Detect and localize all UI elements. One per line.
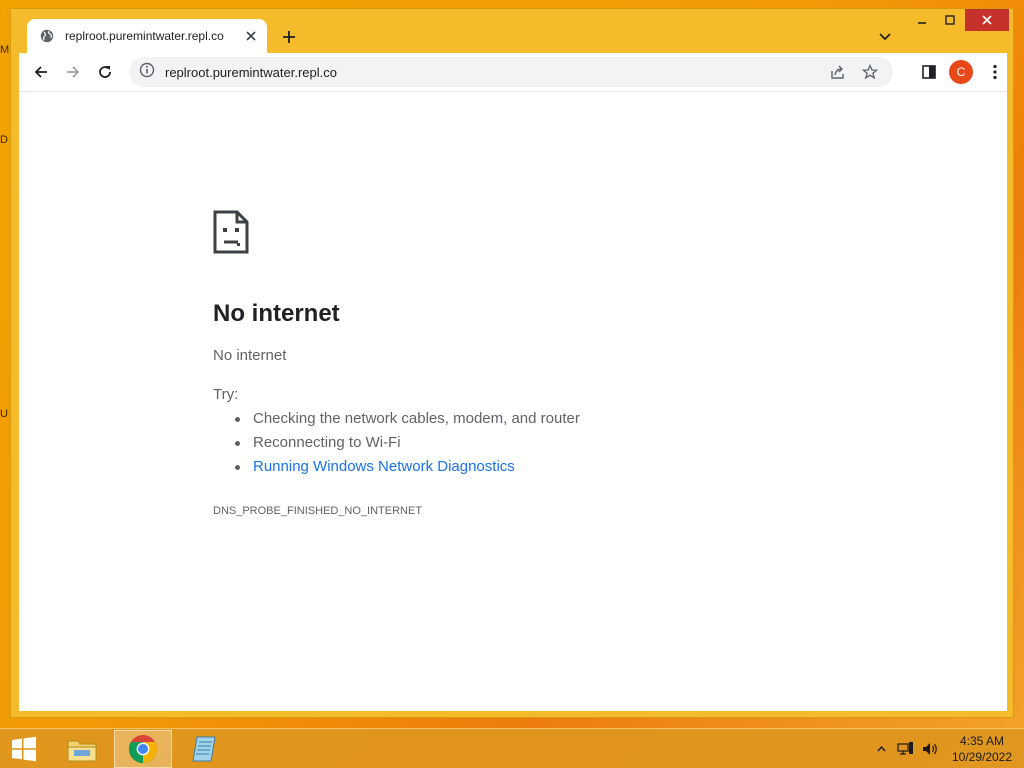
browser-window: replroot.puremintwater.repl.co replroot.… bbox=[10, 8, 1014, 718]
network-tray-icon[interactable] bbox=[896, 735, 916, 763]
chrome-icon bbox=[129, 735, 157, 764]
folder-icon bbox=[67, 740, 97, 762]
arrow-right-icon bbox=[67, 66, 80, 78]
error-title: No internet bbox=[213, 300, 340, 327]
profile-avatar[interactable]: C bbox=[949, 60, 973, 84]
close-icon bbox=[982, 15, 992, 25]
tab-title: replroot.puremintwater.repl.co bbox=[65, 29, 224, 43]
info-icon[interactable] bbox=[139, 62, 155, 83]
close-icon[interactable] bbox=[243, 28, 259, 44]
notepad-taskbar-button[interactable] bbox=[180, 730, 228, 768]
try-label: Try: bbox=[213, 386, 239, 403]
maximize-icon bbox=[945, 15, 955, 25]
menu-button[interactable] bbox=[981, 58, 1009, 86]
reload-icon bbox=[99, 66, 111, 78]
system-clock[interactable]: 4:35 AM 10/29/2022 bbox=[944, 733, 1020, 765]
taskbar: 4:35 AM 10/29/2022 bbox=[0, 728, 1024, 768]
star-icon[interactable] bbox=[861, 63, 879, 81]
browser-toolbar: replroot.puremintwater.repl.co C bbox=[19, 53, 1007, 91]
more-vertical-icon bbox=[993, 64, 997, 80]
sad-page-icon bbox=[213, 210, 249, 259]
list-item: Reconnecting to Wi-Fi bbox=[213, 434, 580, 458]
side-panel-button[interactable] bbox=[915, 58, 943, 86]
url-text: replroot.puremintwater.repl.co bbox=[165, 64, 337, 80]
clock-date: 10/29/2022 bbox=[951, 750, 1013, 764]
tab-active[interactable]: replroot.puremintwater.repl.co bbox=[27, 19, 267, 53]
forward-button[interactable] bbox=[59, 58, 87, 86]
desktop-icon-label: U bbox=[0, 408, 8, 420]
new-tab-button[interactable] bbox=[277, 25, 301, 49]
suggestion-list: Checking the network cables, modem, and … bbox=[213, 410, 580, 482]
chrome-taskbar-button[interactable] bbox=[114, 730, 172, 768]
list-item: Checking the network cables, modem, and … bbox=[213, 410, 580, 434]
volume-tray-icon[interactable] bbox=[920, 735, 940, 763]
error-subtitle: No internet bbox=[213, 347, 287, 364]
chevron-up-icon bbox=[876, 746, 886, 752]
globe-icon bbox=[39, 28, 55, 44]
show-hidden-icons-button[interactable] bbox=[874, 735, 888, 763]
close-window-button[interactable] bbox=[965, 9, 1009, 31]
back-button[interactable] bbox=[27, 58, 55, 86]
chevron-down-icon bbox=[879, 33, 891, 41]
notepad-icon bbox=[192, 736, 216, 762]
minimize-icon bbox=[918, 22, 926, 24]
windows-logo-icon bbox=[12, 736, 36, 762]
reload-button[interactable] bbox=[91, 58, 119, 86]
tab-search-button[interactable] bbox=[873, 25, 897, 49]
address-bar[interactable]: replroot.puremintwater.repl.co bbox=[129, 57, 893, 87]
clock-time: 4:35 AM bbox=[959, 734, 1005, 748]
network-icon bbox=[897, 742, 913, 755]
share-icon[interactable] bbox=[829, 63, 847, 81]
start-button[interactable] bbox=[0, 730, 48, 768]
error-code: DNS_PROBE_FINISHED_NO_INTERNET bbox=[213, 505, 423, 517]
desktop-icon-label: M bbox=[0, 44, 10, 56]
plus-icon bbox=[283, 31, 295, 43]
network-diagnostics-link[interactable]: Running Windows Network Diagnostics bbox=[213, 458, 580, 482]
maximize-button[interactable] bbox=[937, 9, 963, 31]
speaker-icon bbox=[923, 743, 937, 755]
arrow-left-icon bbox=[34, 66, 47, 78]
desktop-icon-label: D bbox=[0, 134, 8, 146]
side-panel-icon bbox=[922, 65, 936, 79]
tab-strip: replroot.puremintwater.repl.co bbox=[11, 9, 1013, 53]
file-explorer-button[interactable] bbox=[58, 730, 106, 768]
minimize-button[interactable] bbox=[909, 9, 935, 31]
page-content: No internet No internet Try: Checking th… bbox=[19, 91, 1007, 711]
